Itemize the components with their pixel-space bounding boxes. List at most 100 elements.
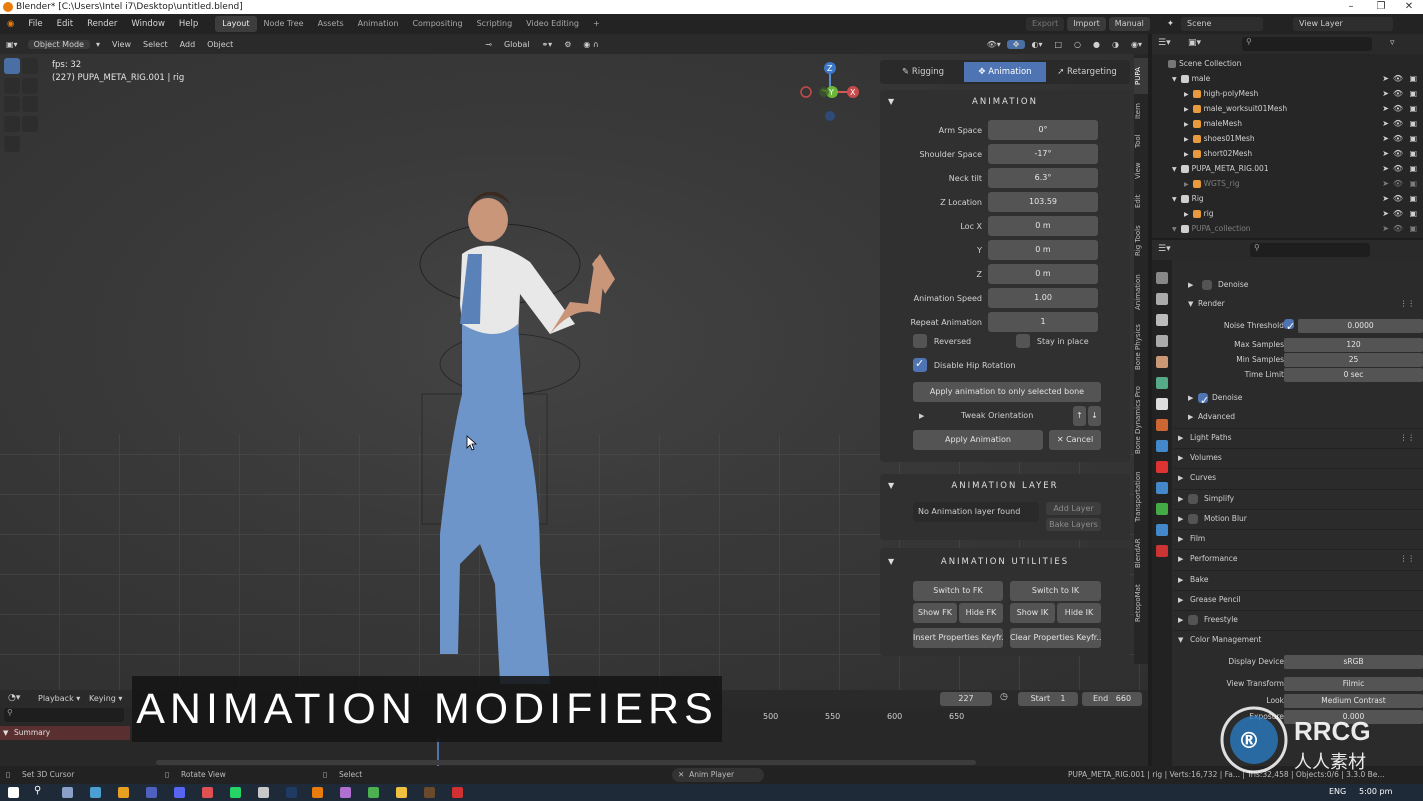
export-button[interactable]: Export [1026,17,1065,31]
tab-rigging[interactable]: ✎ Rigging [882,62,964,82]
add-cube-tool-icon[interactable] [4,136,20,152]
menu-select[interactable]: Select [137,40,174,49]
outliner-item[interactable]: ▼ Rig ➤ 👁 ▣ [1152,191,1423,206]
property-checkbox-row[interactable]: ▶ Denoise [1174,276,1423,294]
manual-button[interactable]: Manual [1108,17,1150,31]
panel-header[interactable]: ▶ Volumes [1174,448,1423,466]
panel-header[interactable]: ▶ Light Paths ⋮⋮ [1174,428,1423,446]
eye-icon[interactable]: 👁 [1393,176,1403,191]
property-field[interactable]: Filmic [1284,677,1423,691]
show-fk-button[interactable]: Show FK [913,603,957,623]
drag-handle-icon[interactable]: ⋮⋮ [1400,550,1415,568]
apply-selected-bone-button[interactable]: Apply animation to only selected bone [913,382,1101,402]
tab-assets[interactable]: Assets [311,16,351,32]
menu-file[interactable]: File [21,14,49,34]
import-button[interactable]: Import [1067,17,1106,31]
view-layer-tab-icon[interactable] [1156,335,1168,347]
editor-type-icon[interactable]: ☰▾ [1158,244,1171,254]
scale-tool-icon[interactable] [4,96,20,112]
tool-tab-icon[interactable] [1156,272,1168,284]
menu-window[interactable]: Window [124,14,172,34]
camera-icon[interactable]: ▣ [1409,116,1417,131]
apply-animation-button[interactable]: Apply Animation [913,430,1043,450]
particles-tab-icon[interactable] [1156,461,1168,473]
outliner[interactable]: ☰▾ ▣▾ ⚲ ▿ Scene Collection ▼ male ➤ 👁 ▣ ▶ high-… [1152,34,1423,238]
timeline-editor-icon[interactable]: ◔▾ [8,693,20,703]
tab-layout[interactable]: Layout [215,16,257,32]
select-arrow-icon[interactable]: ➤ [1382,131,1389,146]
anim-player-pill[interactable]: ✕ Anim Player [672,768,765,782]
camera-icon[interactable]: ▣ [1409,206,1417,221]
switch-to-fk-button[interactable]: Switch to FK [913,581,1003,601]
editor-type-icon[interactable]: ▣▾ [0,40,24,49]
snap-icon[interactable]: ⚙ [558,40,577,49]
insert-keyframes-button[interactable]: Insert Properties Keyfr... [913,628,1003,648]
tweak-orientation-row[interactable]: ▶ Tweak Orientation ↑ ↓ [913,406,1101,426]
calculator-app-icon[interactable] [90,787,101,798]
camera-icon[interactable]: ▣ [1409,146,1417,161]
scene-tab-icon[interactable] [1156,356,1168,368]
orientation-selector[interactable]: Global [498,40,536,49]
expand-caret-icon[interactable]: ▼ [1172,76,1177,83]
photoshop-app-icon[interactable] [286,787,297,798]
panel-header[interactable]: ▶ Simplify [1174,489,1423,507]
select-arrow-icon[interactable]: ➤ [1382,86,1389,101]
outliner-item[interactable]: ▼ PUPA_collection ➤ 👁 ▣ [1152,221,1423,236]
obs-app-icon[interactable] [340,787,351,798]
select-arrow-icon[interactable]: ➤ [1382,116,1389,131]
tab-scripting[interactable]: Scripting [470,16,520,32]
tab-compositing[interactable]: Compositing [405,16,469,32]
outliner-item[interactable]: ▼ male ➤ 👁 ▣ [1152,71,1423,86]
physics-tab-icon[interactable] [1156,482,1168,494]
tab-animation[interactable]: Animation [351,16,406,32]
chrome-app-icon[interactable] [368,787,379,798]
timeline-scrollbar[interactable] [156,760,976,765]
prop-value-field[interactable]: 1 [988,312,1098,332]
filter-icon[interactable]: ▿ [1390,38,1395,48]
whatsapp-app-icon[interactable] [230,787,241,798]
prop-value-field[interactable]: 103.59 [988,192,1098,212]
tab-video-editing[interactable]: Video Editing [519,16,586,32]
app-icon[interactable] [424,787,435,798]
world-tab-icon[interactable] [1156,377,1168,389]
outliner-scene-collection[interactable]: Scene Collection [1152,56,1423,71]
add-layer-button[interactable]: Add Layer [1046,502,1101,515]
sidebar-tab-item[interactable]: Item [1134,98,1148,124]
eye-icon[interactable]: 👁 [1393,116,1403,131]
select-arrow-icon[interactable]: ➤ [1382,206,1389,221]
prop-value-field[interactable]: 0° [988,120,1098,140]
blender-menu-icon[interactable]: ◉ [0,14,21,34]
property-field[interactable]: 120 [1284,338,1423,352]
panel-header[interactable]: ▶ Performance ⋮⋮ [1174,549,1423,567]
property-field[interactable]: sRGB [1284,655,1423,669]
eye-icon[interactable]: 👁 [1393,71,1403,86]
select-arrow-icon[interactable]: ➤ [1382,146,1389,161]
navigation-gizmo[interactable]: Z X Y [796,60,866,126]
show-ik-button[interactable]: Show IK [1010,603,1055,623]
camera-icon[interactable]: ▣ [1409,71,1417,86]
subpanel-header[interactable]: ▶ Denoise [1174,389,1423,410]
proportional-edit-icon[interactable]: ◉ ∩ [577,40,604,49]
expand-caret-icon[interactable]: ▶ [1184,106,1189,113]
annotate-tool-icon[interactable] [4,116,20,132]
xray-icon[interactable]: □ [1048,40,1068,49]
timeline-search-input[interactable]: ⚲ [4,708,124,722]
add-workspace-button[interactable]: + [586,16,607,32]
animation-section-header[interactable]: ▼ ANIMATION [880,92,1130,112]
eye-icon[interactable]: 👁 [1393,131,1403,146]
outliner-item[interactable]: ▶ high-polyMesh ➤ 👁 ▣ [1152,86,1423,101]
prop-value-field[interactable]: 0 m [988,240,1098,260]
panel-header[interactable]: ▶ Motion Blur [1174,509,1423,527]
minimize-button[interactable]: – [1337,0,1365,14]
panel-header[interactable]: ▶ Film [1174,529,1423,547]
prop-value-field[interactable]: -17° [988,144,1098,164]
camera-app-icon[interactable] [62,787,73,798]
outliner-item[interactable]: ▶ WGTS_rig ➤ 👁 ▣ [1152,176,1423,191]
outliner-item[interactable]: ▼ PUPA_META_RIG.001 ➤ 👁 ▣ [1152,161,1423,176]
camera-icon[interactable]: ▣ [1409,101,1417,116]
file-explorer-icon[interactable] [396,787,407,798]
select-arrow-icon[interactable]: ➤ [1382,101,1389,116]
outliner-type-icon[interactable]: ☰▾ [1158,38,1171,48]
menu-edit[interactable]: Edit [50,14,80,34]
hide-ik-button[interactable]: Hide IK [1057,603,1101,623]
